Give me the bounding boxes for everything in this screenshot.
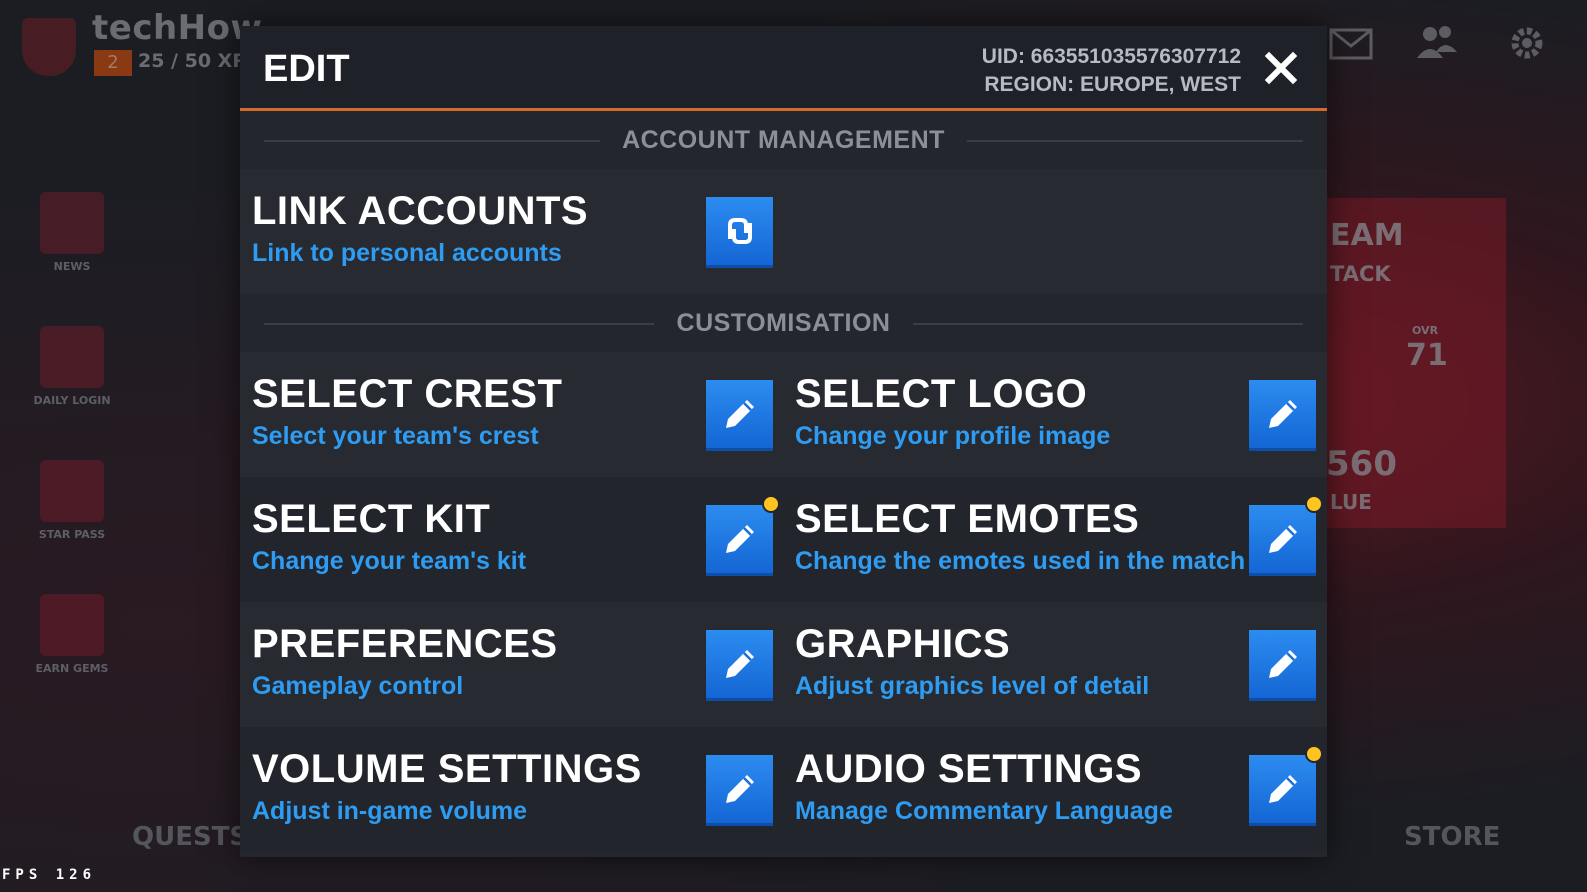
pencil-icon: [1269, 775, 1297, 803]
select-logo-edit-button[interactable]: [1249, 380, 1316, 448]
account-info: UID: 663551035576307712 REGION: EUROPE, …: [982, 43, 1241, 99]
select-logo-option: SELECT LOGO Change your profile image: [783, 352, 1326, 477]
option-subtitle: Adjust in-game volume: [252, 797, 528, 825]
pencil-icon: [1269, 525, 1297, 553]
calendar-icon: [40, 326, 104, 388]
audio-settings-option: AUDIO SETTINGS Manage Commentary Languag…: [783, 727, 1326, 852]
store-tab: STORE: [1404, 822, 1501, 852]
option-subtitle: Change the emotes used in the match: [795, 547, 1246, 575]
settings-row: SELECT KIT Change your team's kit SELECT…: [240, 477, 1327, 602]
modal-title: EDIT: [263, 48, 350, 90]
option-title: GRAPHICS: [795, 622, 1011, 666]
pencil-icon: [1269, 650, 1297, 678]
sidebar-item-news: NEWS: [28, 192, 116, 273]
promo-line-1: EAM: [1330, 218, 1404, 253]
settings-row: PREFERENCES Gameplay control GRAPHICS Ad…: [240, 602, 1327, 727]
select-crest-option: SELECT CREST Select your team's crest: [240, 352, 783, 477]
volume-settings-option: VOLUME SETTINGS Adjust in-game volume: [240, 727, 783, 852]
club-crest: [22, 18, 76, 76]
link-icon: [728, 218, 752, 244]
pencil-icon: [1269, 400, 1297, 428]
option-subtitle: Change your profile image: [795, 422, 1111, 450]
volume-settings-edit-button[interactable]: [706, 755, 773, 823]
pencil-icon: [726, 400, 754, 428]
region-text: REGION: EUROPE, WEST: [984, 73, 1241, 96]
modal-header: EDIT UID: 663551035576307712 REGION: EUR…: [240, 26, 1327, 111]
graphics-option: GRAPHICS Adjust graphics level of detail: [783, 602, 1326, 727]
audio-settings-edit-button[interactable]: [1249, 755, 1316, 823]
option-title: SELECT EMOTES: [795, 497, 1140, 541]
option-title: AUDIO SETTINGS: [795, 747, 1143, 791]
pencil-icon: [726, 650, 754, 678]
sidebar-item-star-pass: STAR PASS: [28, 460, 116, 541]
option-title: SELECT KIT: [252, 497, 491, 541]
close-icon: [1264, 51, 1298, 85]
section-header-customisation: CUSTOMISATION: [240, 294, 1327, 352]
option-title: VOLUME SETTINGS: [252, 747, 642, 791]
preferences-edit-button[interactable]: [706, 630, 773, 698]
select-emotes-option: SELECT EMOTES Change the emotes used in …: [783, 477, 1326, 602]
level-badge: 2: [94, 50, 132, 76]
pencil-icon: [726, 525, 754, 553]
option-subtitle: Adjust graphics level of detail: [795, 672, 1150, 700]
close-button[interactable]: [1261, 48, 1301, 88]
quests-tab: QUESTS: [132, 822, 249, 852]
section-label: ACCOUNT MANAGEMENT: [622, 125, 945, 154]
select-crest-edit-button[interactable]: [706, 380, 773, 448]
select-kit-option: SELECT KIT Change your team's kit: [240, 477, 783, 602]
notification-dot: [1305, 745, 1323, 763]
uid-text: UID: 663551035576307712: [981, 45, 1241, 68]
option-subtitle: Gameplay control: [252, 672, 464, 700]
promo-line-2: TACK: [1330, 262, 1391, 286]
option-subtitle: Change your team's kit: [252, 547, 527, 575]
settings-row: SELECT CREST Select your team's crest SE…: [240, 352, 1327, 477]
option-subtitle: Link to personal accounts: [252, 239, 562, 267]
edit-modal: EDIT UID: 663551035576307712 REGION: EUR…: [240, 26, 1327, 857]
option-title: PREFERENCES: [252, 622, 558, 666]
friends-icon: [1414, 22, 1460, 64]
option-title: SELECT CREST: [252, 372, 563, 416]
pencil-icon: [726, 775, 754, 803]
select-emotes-edit-button[interactable]: [1249, 505, 1316, 573]
gem-icon: [40, 594, 104, 656]
ovr-value: 71: [1406, 338, 1448, 373]
option-subtitle: Manage Commentary Language: [795, 797, 1173, 825]
settings-row: VOLUME SETTINGS Adjust in-game volume AU…: [240, 727, 1327, 852]
sidebar-item-daily-login: DAILY LOGIN: [28, 326, 116, 407]
xp-progress-text: 25 / 50 XP: [138, 50, 247, 72]
link-accounts-button[interactable]: [706, 197, 773, 265]
fps-counter: FPS 126: [2, 867, 97, 883]
notification-dot: [1305, 495, 1323, 513]
news-icon: [40, 192, 104, 254]
option-subtitle: Select your team's crest: [252, 422, 539, 450]
option-title: SELECT LOGO: [795, 372, 1088, 416]
preferences-option: PREFERENCES Gameplay control: [240, 602, 783, 727]
section-header-account-management: ACCOUNT MANAGEMENT: [240, 111, 1327, 169]
sidebar-item-earn-gems: EARN GEMS: [28, 594, 116, 675]
star-icon: [40, 460, 104, 522]
graphics-edit-button[interactable]: [1249, 630, 1316, 698]
ovr-label: OVR: [1412, 324, 1439, 337]
notification-dot: [762, 495, 780, 513]
gear-icon: [1504, 22, 1550, 64]
option-title: LINK ACCOUNTS: [252, 189, 589, 233]
team-value-number: 560: [1326, 444, 1397, 484]
link-accounts-option: LINK ACCOUNTS Link to personal accounts: [240, 169, 783, 294]
section-label: CUSTOMISATION: [676, 308, 891, 337]
select-kit-edit-button[interactable]: [706, 505, 773, 573]
settings-row: LINK ACCOUNTS Link to personal accounts: [240, 169, 1327, 294]
player-name: techHow: [92, 8, 263, 48]
team-value-label: LUE: [1330, 490, 1372, 514]
mail-icon: [1328, 22, 1374, 64]
